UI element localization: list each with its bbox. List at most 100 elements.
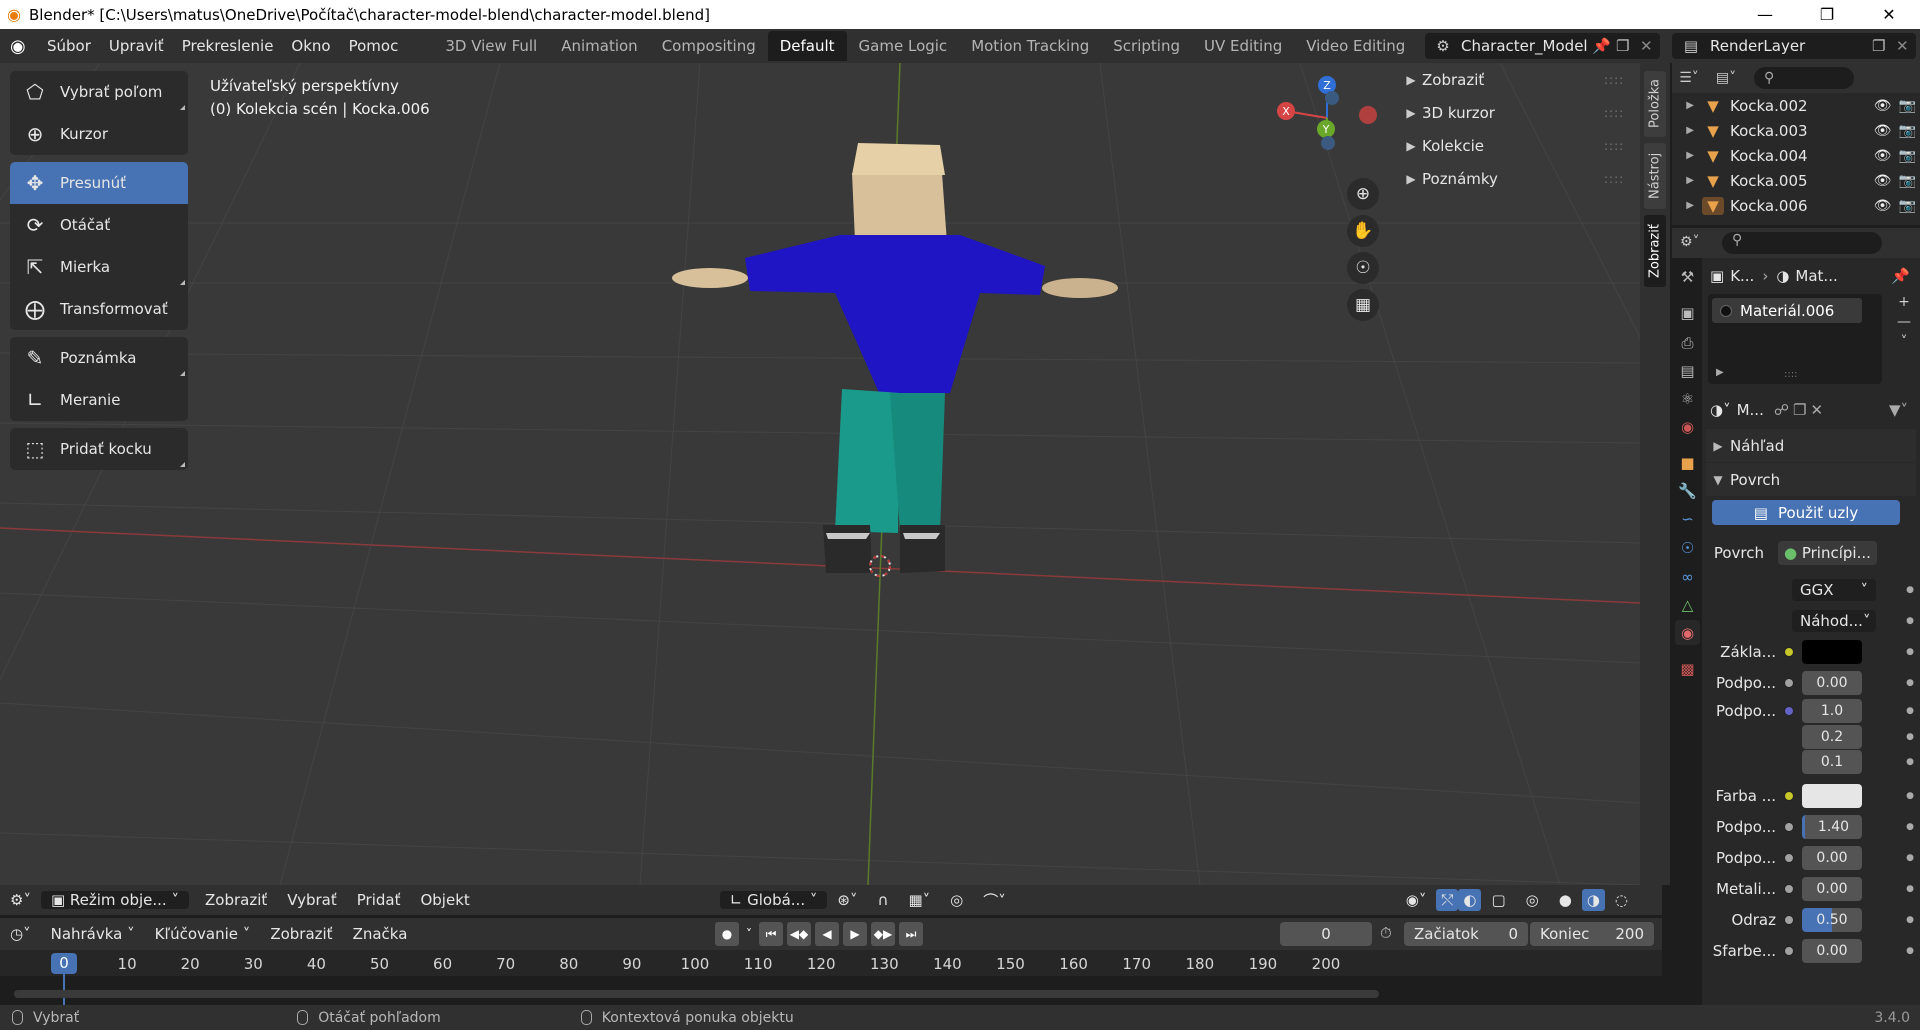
menu-select[interactable]: Vybrať <box>277 891 347 909</box>
subsurface-color-swatch[interactable] <box>1802 783 1862 808</box>
value-socket-icon[interactable] <box>1784 852 1794 863</box>
menu-render[interactable]: Prekreslenie <box>173 37 283 55</box>
metallic-field[interactable]: 0.00 <box>1802 876 1862 901</box>
record-icon[interactable]: ● <box>715 922 739 946</box>
jump-end-icon[interactable]: ⏭ <box>899 922 923 946</box>
material-slot-list[interactable]: Materiál.006 ▶ :::: <box>1708 294 1882 384</box>
npanel-annotations[interactable]: ▶ Poznámky:::: <box>1400 162 1632 195</box>
pin-icon[interactable]: 📌 <box>1592 37 1616 55</box>
physics-tab-icon[interactable]: ☉ <box>1675 535 1700 560</box>
tab-motion-tracking[interactable]: Motion Tracking <box>959 31 1101 61</box>
editor-type-icon[interactable]: ⚙˅ <box>0 891 41 909</box>
eye-icon[interactable]: 👁 <box>1870 98 1895 114</box>
tab-video-editing[interactable]: Video Editing <box>1294 31 1417 61</box>
close-scene-icon[interactable]: ✕ <box>1640 37 1660 55</box>
tool-transform[interactable]: ⨁ Transformovať <box>10 288 188 330</box>
specular-tint-field[interactable]: 0.00 <box>1802 938 1862 963</box>
npanel-collections[interactable]: ▶ Kolekcie:::: <box>1400 129 1632 162</box>
preview-section[interactable]: ▶ Náhľad <box>1706 429 1916 462</box>
data-tab-icon[interactable]: △ <box>1675 592 1700 617</box>
npanel-3d-cursor[interactable]: ▶ 3D kurzor:::: <box>1400 96 1632 129</box>
value-socket-icon[interactable] <box>1784 883 1794 894</box>
menu-window[interactable]: Okno <box>282 37 339 55</box>
tool-cursor[interactable]: ⊕ Kurzor <box>10 113 188 155</box>
timeline-editor-icon[interactable]: ◷˅ <box>0 925 41 943</box>
display-mode-icon[interactable]: ▤˅ <box>1706 70 1746 86</box>
tool-annotate[interactable]: ✎ Poznámka <box>10 337 188 379</box>
outliner-item[interactable]: ▶ ▼ Kocka.002 👁 📷 <box>1672 93 1920 118</box>
maximize-icon[interactable]: ❐ <box>1796 0 1858 29</box>
close-icon[interactable]: ✕ <box>1858 0 1920 29</box>
properties-editor-icon[interactable]: ⚙˅ <box>1680 234 1700 250</box>
drag-handle-icon[interactable]: :::: <box>1604 106 1632 120</box>
scene-selector[interactable]: ⚙ Character_Model 📌 ❐ ✕ <box>1425 33 1660 59</box>
eye-icon[interactable]: 👁 <box>1870 148 1895 164</box>
surface-shader-field[interactable]: ● Princípi... <box>1778 540 1877 565</box>
world-tab-icon[interactable]: ◉ <box>1675 414 1700 439</box>
outliner-editor-icon[interactable]: ☰˅ <box>1672 70 1706 86</box>
perspective-grid-icon[interactable]: ▦ <box>1347 289 1379 321</box>
constraints-tab-icon[interactable]: ∞ <box>1675 564 1700 589</box>
expand-icon[interactable]: ▶ <box>1672 100 1702 111</box>
menu-timeline-view[interactable]: Zobraziť <box>260 925 342 943</box>
material-browse-icon[interactable]: ◑˅ <box>1710 401 1731 419</box>
snap-icon[interactable]: ∩ <box>867 891 898 909</box>
unlink-material-icon[interactable]: ✕ <box>1811 401 1824 419</box>
navigation-gizmo[interactable]: Z X Y <box>1270 73 1390 163</box>
blender-menu-icon[interactable]: ◉ <box>10 36 38 57</box>
copy-scene-icon[interactable]: ❐ <box>1616 37 1640 55</box>
menu-playback[interactable]: Nahrávka ˅ <box>41 925 145 943</box>
drag-handle-icon[interactable]: :::: <box>1604 172 1632 186</box>
tool-move[interactable]: ✥ Presunúť <box>10 162 188 204</box>
jump-start-icon[interactable]: ⏮ <box>759 922 783 946</box>
remove-slot-icon[interactable]: — <box>1897 314 1911 330</box>
menu-add[interactable]: Pridať <box>347 891 411 909</box>
current-frame-field[interactable]: 0 <box>1280 922 1372 946</box>
radius-y-field[interactable]: 0.2 <box>1802 724 1862 749</box>
camera-icon[interactable]: 📷 <box>1895 148 1920 164</box>
scene-name[interactable]: Character_Model <box>1461 37 1592 55</box>
subsurface-ior-field[interactable]: 1.40 <box>1802 814 1862 839</box>
color-socket-icon[interactable] <box>1784 646 1794 657</box>
render-tab-icon[interactable]: ▣ <box>1675 300 1700 325</box>
start-frame-field[interactable]: Začiatok 0 <box>1404 922 1528 946</box>
tab-tool[interactable]: Nástroj <box>1644 143 1666 209</box>
tool-scale[interactable]: ⇱ Mierka <box>10 246 188 288</box>
transform-orientation[interactable]: ∟ Globá... ˅ <box>719 891 828 909</box>
specular-field[interactable]: 0.50 <box>1802 907 1862 932</box>
camera-icon[interactable]: 📷 <box>1895 173 1920 189</box>
duplicate-material-icon[interactable]: ❐ <box>1793 401 1806 419</box>
falloff-icon[interactable]: ⌒˅ <box>973 890 1016 911</box>
value-socket-icon[interactable] <box>1784 945 1794 956</box>
resize-handle-icon[interactable]: :::: <box>1784 369 1797 380</box>
xray-icon[interactable]: ▢ <box>1481 891 1515 909</box>
camera-view-icon[interactable]: ☉ <box>1347 252 1379 284</box>
end-frame-field[interactable]: Koniec 200 <box>1530 922 1654 946</box>
keyframe-dot-icon[interactable]: ● <box>1904 915 1916 925</box>
snap-target-icon[interactable]: ▦˅ <box>898 891 940 909</box>
add-slot-icon[interactable]: + <box>1898 294 1910 310</box>
pivot-icon[interactable]: ⊛˅ <box>827 891 867 909</box>
particles-tab-icon[interactable]: ∽ <box>1675 506 1700 531</box>
3d-viewport[interactable]: Užívateľský perspektívny (0) Kolekcia sc… <box>0 63 1640 885</box>
subsurface-anisotropy-field[interactable]: 0.00 <box>1802 845 1862 870</box>
fake-user-icon[interactable]: ☍ <box>1774 401 1789 419</box>
tab-animation[interactable]: Animation <box>549 31 649 61</box>
play-reverse-icon[interactable]: ◀ <box>815 922 839 946</box>
menu-object[interactable]: Objekt <box>410 891 479 909</box>
keyframe-dot-icon[interactable]: ● <box>1904 791 1916 801</box>
keyframe-dot-icon[interactable]: ● <box>1904 585 1916 595</box>
tool-tab-icon[interactable]: ⚒ <box>1675 264 1700 289</box>
menu-file[interactable]: Súbor <box>38 37 100 55</box>
copy-layer-icon[interactable]: ❐ <box>1872 37 1896 55</box>
eye-icon[interactable]: 👁 <box>1870 173 1895 189</box>
camera-icon[interactable]: 📷 <box>1895 123 1920 139</box>
pan-hand-icon[interactable]: ✋ <box>1347 215 1379 247</box>
properties-search-input[interactable]: ⚲ <box>1722 232 1882 254</box>
shading-rendered-icon[interactable]: ◌ <box>1605 891 1638 909</box>
playhead-frame[interactable]: 0 <box>51 953 77 974</box>
eye-icon[interactable]: 👁 <box>1870 198 1895 214</box>
shading-solid-icon[interactable]: ● <box>1549 891 1582 909</box>
link-type-icon[interactable]: ▼˅ <box>1889 401 1908 419</box>
tab-item[interactable]: Položka <box>1644 71 1666 137</box>
